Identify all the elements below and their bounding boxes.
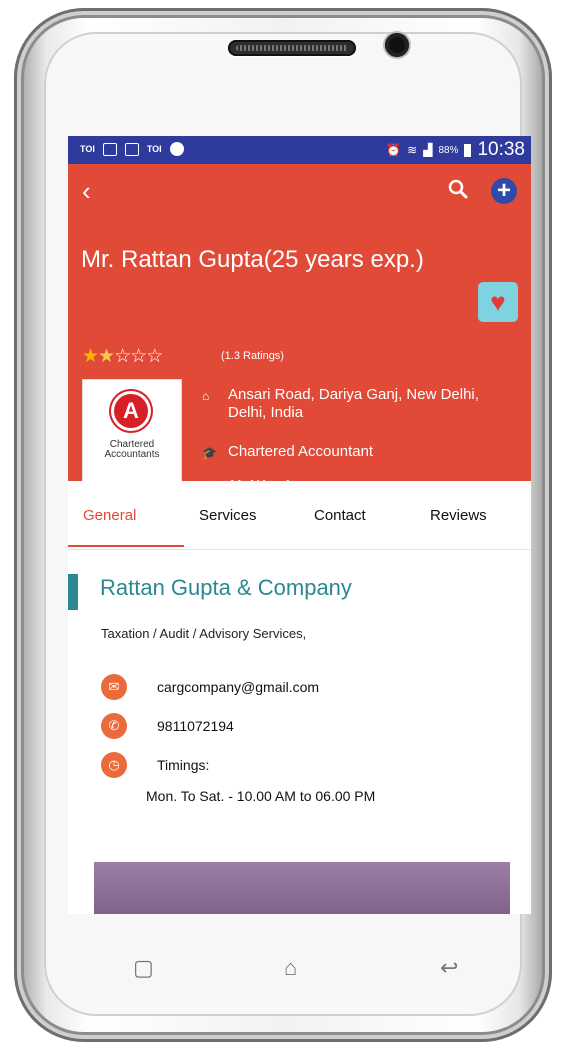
email-link[interactable]: cargcompany@gmail.com [157, 679, 319, 695]
tab-bar: General Services Contact Reviews [68, 481, 531, 550]
home-icon: ⌂ [202, 389, 210, 403]
search-icon[interactable] [448, 179, 468, 199]
phone-icon: ✆ [101, 713, 127, 739]
notification-icons: TOI TOI [80, 142, 184, 156]
active-tab-indicator [68, 545, 184, 547]
graduation-cap-icon: 🎓 [202, 446, 217, 460]
tab-services[interactable]: Services [199, 507, 257, 524]
image-icon [124, 142, 139, 156]
front-camera [385, 33, 409, 57]
status-bar: TOI TOI ⏰ ≋ ▟ 88% 10:38 [68, 136, 531, 164]
address-text: Ansari Road, Dariya Ganj, New Delhi, Del… [228, 386, 479, 421]
check-icon [169, 142, 184, 156]
ca-emblem-icon: A [114, 394, 148, 428]
rating-stars: ★★☆☆☆ [82, 345, 163, 368]
logo-caption: Chartered Accountants [104, 439, 160, 460]
toi-notification-label: TOI [80, 144, 95, 154]
company-name: Rattan Gupta & Company [100, 575, 352, 600]
ca-logo: A Chartered Accountants [82, 379, 182, 483]
system-status: ⏰ ≋ ▟ 88% 10:38 [386, 139, 525, 161]
recent-apps-icon[interactable]: ▢ [133, 955, 154, 981]
star-empty-icon: ☆ [146, 346, 163, 367]
profession-text: Chartered Accountant [228, 443, 374, 460]
star-full-icon: ★ [82, 346, 99, 367]
timings-value: Mon. To Sat. - 10.00 AM to 06.00 PM [146, 788, 376, 804]
favorite-heart-icon[interactable]: ♥ [478, 282, 518, 322]
tab-contact[interactable]: Contact [314, 507, 366, 524]
back-button-icon[interactable]: ↩ [440, 955, 458, 981]
profile-header: ‹ + Mr. Rattan Gupta(25 years exp.) ♥ ★★… [68, 164, 531, 494]
tab-reviews[interactable]: Reviews [430, 507, 487, 524]
promo-banner[interactable] [94, 862, 510, 914]
wifi-icon: ≋ [407, 143, 418, 157]
alarm-icon: ⏰ [386, 143, 402, 157]
mail-icon [102, 142, 117, 156]
star-half-icon: ★ [98, 346, 115, 367]
earpiece-speaker [228, 40, 356, 56]
star-empty-icon: ☆ [114, 346, 131, 367]
page-title: Mr. Rattan Gupta(25 years exp.) [81, 246, 424, 273]
section-accent-bar [68, 574, 78, 610]
battery-icon [464, 143, 472, 157]
ratings-count: (1.3 Ratings) [221, 350, 284, 362]
services-summary: Taxation / Audit / Advisory Services, [101, 626, 307, 641]
star-empty-icon: ☆ [130, 346, 147, 367]
profession-row: 🎓 Chartered Accountant [202, 443, 374, 461]
clock-time: 10:38 [477, 139, 525, 160]
email-icon: ✉ [101, 674, 127, 700]
speaker-grill [236, 45, 348, 51]
signal-icon: ▟ [423, 143, 433, 157]
battery-percent: 88% [438, 144, 459, 156]
clock-icon: ◷ [101, 752, 127, 778]
back-chevron-icon[interactable]: ‹ [82, 178, 91, 204]
tab-general[interactable]: General [83, 507, 136, 524]
phone-link[interactable]: 9811072194 [157, 718, 234, 734]
timings-label: Timings: [157, 757, 210, 773]
add-icon[interactable]: + [491, 178, 517, 204]
home-button-icon[interactable]: ⌂ [284, 955, 297, 981]
address-row: ⌂ Ansari Road, Dariya Ganj, New Delhi, D… [202, 386, 506, 422]
app-screen: TOI TOI ⏰ ≋ ▟ 88% 10:38 ‹ + Mr. Rattan G… [68, 136, 531, 914]
toi-notification-label-2: TOI [146, 144, 162, 154]
